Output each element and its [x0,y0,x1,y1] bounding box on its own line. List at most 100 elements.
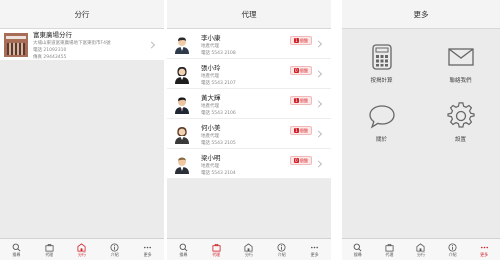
listing-count-badge: 1 個盤 [289,126,312,135]
agent-list: 李小康 地產代理 電話 5543 2108 1 個盤 張小玲 地產代理 電話 5… [167,29,331,179]
listing-label: 個盤 [299,37,308,43]
agent-list-item[interactable]: 黃大輝 地產代理 電話 5543 2106 1 個盤 [167,89,331,119]
tab-search[interactable]: 搜尋 [342,239,374,260]
chevron-right-icon [314,129,323,138]
contact-us-button[interactable]: 聯絡我們 [421,43,500,84]
tab-label: 搜尋 [179,251,188,257]
cell-label: 設置 [454,137,466,143]
tab-branch[interactable]: 分行 [405,239,437,260]
mortgage-calculator-button[interactable]: 按揭計算 [342,43,421,84]
branch-icon [416,242,425,252]
cell-label: 關於 [375,137,387,143]
tab-intro[interactable]: 介紹 [437,239,469,260]
agent-info: 李小康 地產代理 電話 5543 2108 [201,32,236,56]
listing-count: 1 [293,38,299,43]
agent-phone: 電話 5543 2104 [201,170,236,176]
calculator-icon [371,44,392,70]
agent-phone: 電話 5543 2108 [201,50,236,56]
tab-label: 分行 [244,251,253,257]
agent-list-item[interactable]: 何小美 地產代理 電話 5543 2105 1 個盤 [167,119,331,149]
avatar [175,36,189,54]
branch-list-item[interactable]: 富東廣場分行 大埔山東道富東廣場地下富東街市F4號 電話 21092310 傳真… [0,29,164,60]
tab-branch[interactable]: 分行 [233,239,266,260]
agents-screen: 代理 李小康 地產代理 電話 5543 2108 1 個盤 張小玲 地產代理 電… [167,0,331,260]
agent-title: 地產代理 [201,103,219,109]
agent-list-item[interactable]: 梁小明 地產代理 電話 5543 2104 0 個盤 [167,149,331,179]
briefcase-icon [45,243,54,252]
tab-bar: 搜尋 代理 分行 介紹 更多 [167,238,331,260]
listing-count: 0 [293,68,299,73]
more-dots-icon [311,246,319,248]
settings-button[interactable]: 設置 [421,102,500,143]
chevron-right-icon [314,69,323,78]
listing-count: 0 [293,158,299,163]
tab-branch[interactable]: 分行 [66,239,99,260]
agent-phone: 電話 5543 2106 [201,110,236,116]
tab-more[interactable]: 更多 [468,239,500,260]
agent-info: 梁小明 地產代理 電話 5543 2104 [201,152,236,176]
tab-bar: 搜尋 代理 分行 介紹 更多 [0,238,164,260]
search-icon [12,243,21,251]
more-content: 按揭計算 聯絡我們 關於 設置 [342,29,500,239]
agent-info: 黃大輝 地產代理 電話 5543 2106 [201,92,236,116]
tab-agents[interactable]: 代理 [374,239,406,260]
avatar [175,126,189,144]
agent-phone: 電話 5543 2107 [201,80,236,86]
tab-label: 代理 [212,251,221,257]
listing-label: 個盤 [299,97,308,103]
tab-search[interactable]: 搜尋 [167,239,200,260]
tab-more[interactable]: 更多 [131,239,164,260]
briefcase-icon [212,243,221,252]
tab-label: 更多 [310,251,319,257]
agent-title: 地產代理 [201,163,219,169]
agents-content: 李小康 地產代理 電話 5543 2108 1 個盤 張小玲 地產代理 電話 5… [167,29,331,239]
branch-address: 大埔山東道富東廣場地下富東街市F4號 [33,41,111,46]
listing-count: 1 [293,98,299,103]
listing-label: 個盤 [299,67,308,73]
listing-count-badge: 1 個盤 [289,36,312,45]
agent-name: 黃大輝 [201,93,221,102]
branch-icon [77,242,86,252]
tab-more[interactable]: 更多 [298,239,331,260]
mail-icon [447,48,474,66]
info-icon [277,242,286,252]
chevron-right-icon [314,39,323,48]
agent-list-item[interactable]: 李小康 地產代理 電話 5543 2108 1 個盤 [167,29,331,59]
branch-photo [4,32,28,57]
more-dots-icon [480,246,488,248]
agent-name: 張小玲 [201,63,221,72]
search-icon [179,243,188,251]
tab-search[interactable]: 搜尋 [0,239,33,260]
agent-name: 梁小明 [201,153,221,162]
branch-icon [244,242,253,252]
info-icon [110,242,119,252]
tab-agents[interactable]: 代理 [200,239,233,260]
agent-title: 地產代理 [201,133,219,139]
tab-label: 更多 [480,251,489,257]
tab-label: 更多 [143,251,152,257]
tab-intro[interactable]: 介紹 [98,239,131,260]
agent-list-item[interactable]: 張小玲 地產代理 電話 5543 2107 0 個盤 [167,59,331,89]
avatar [175,96,189,114]
cell-label: 聯絡我們 [449,78,472,84]
listing-label: 個盤 [299,127,308,133]
tab-intro[interactable]: 介紹 [265,239,298,260]
more-dots-icon [144,246,152,248]
tab-label: 分行 [416,251,425,257]
agent-info: 張小玲 地產代理 電話 5543 2107 [201,62,236,86]
branch-info: 富東廣場分行 大埔山東道富東廣場地下富東街市F4號 電話 21092310 傳真… [33,29,110,60]
more-screen: 更多 按揭計算 聯絡我們 關於 設置 搜尋 代理 分行 介紹 更多 [342,0,500,260]
tab-agents[interactable]: 代理 [33,239,66,260]
agent-title: 地產代理 [201,43,219,49]
branch-name: 富東廣場分行 [33,31,72,39]
cell-label: 按揭計算 [370,78,393,84]
tab-label: 代理 [385,251,394,257]
avatar [175,66,189,84]
about-button[interactable]: 關於 [342,102,421,143]
listing-count-badge: 1 個盤 [289,96,312,105]
listing-count-badge: 0 個盤 [289,66,312,75]
tab-label: 搜尋 [12,251,21,257]
more-grid: 按揭計算 聯絡我們 關於 設置 [342,43,500,143]
agent-name: 何小美 [201,123,221,132]
branch-phone: 電話 21092310 [33,48,67,53]
